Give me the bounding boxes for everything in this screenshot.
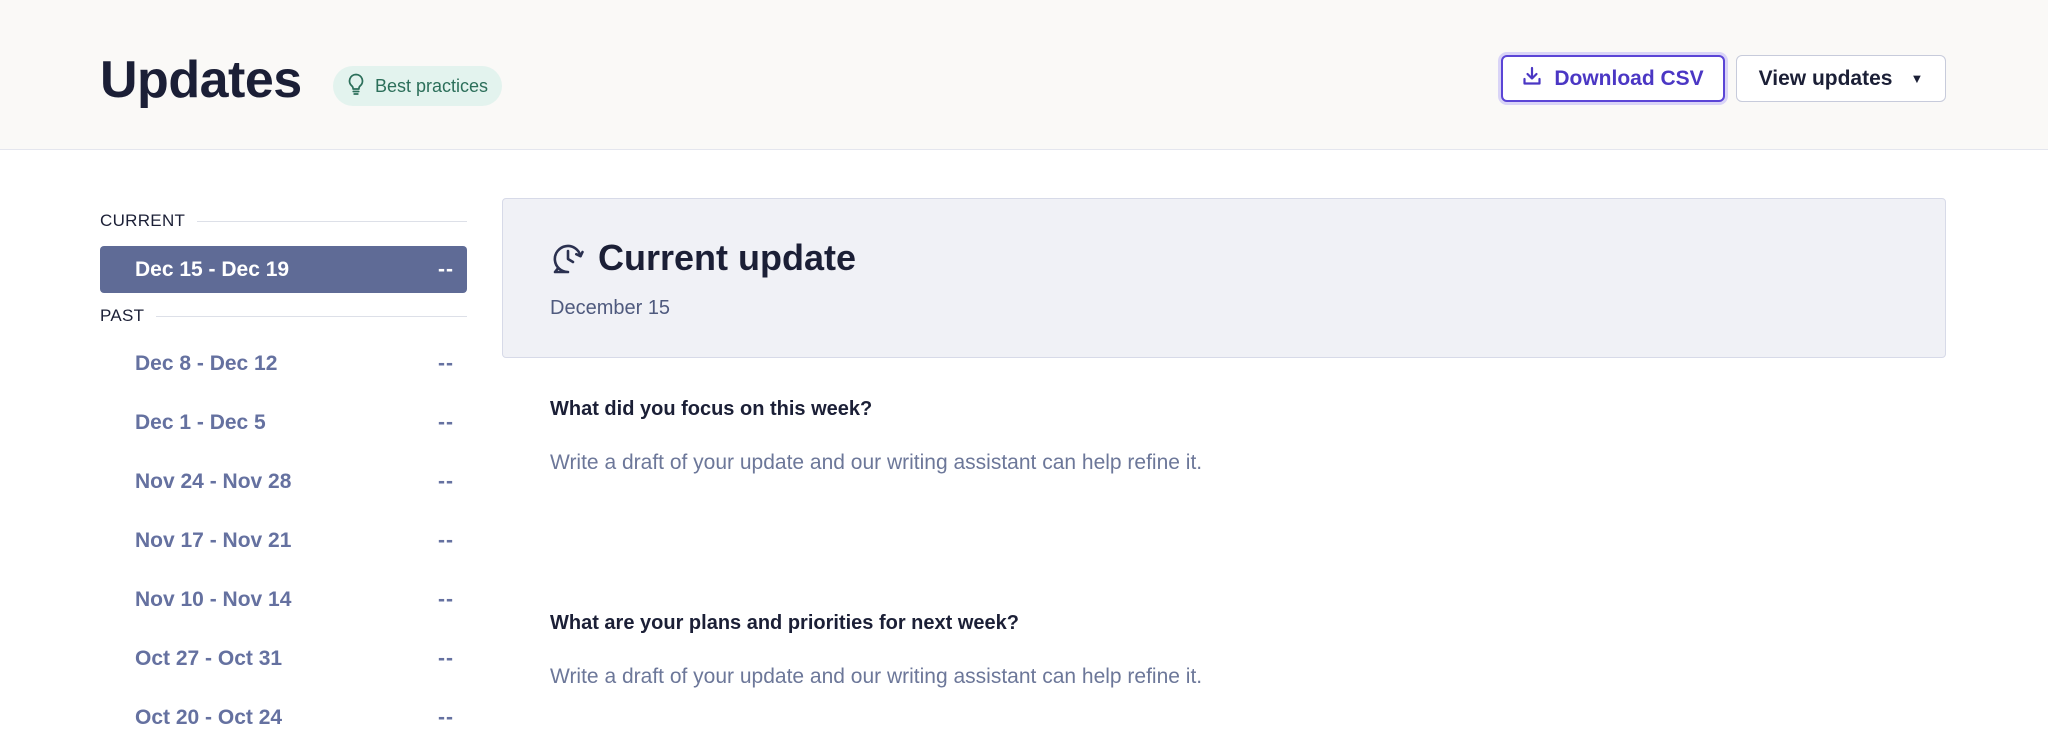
caret-down-icon: ▼ [1910,71,1924,86]
week-value: -- [438,469,454,493]
week-value: -- [438,587,454,611]
week-label: Nov 10 - Nov 14 [135,587,292,611]
week-label: Oct 20 - Oct 24 [135,705,283,729]
sidebar-week-item[interactable]: Nov 24 - Nov 28 -- [100,458,467,505]
week-value: -- [438,410,454,434]
current-section-label: CURRENT [100,210,467,232]
best-practices-badge[interactable]: Best practices [333,66,503,106]
history-chat-icon [550,241,586,277]
week-value: -- [438,257,454,281]
sidebar-week-item[interactable]: Dec 8 - Dec 12 -- [100,340,467,387]
week-label: Dec 1 - Dec 5 [135,410,266,434]
sidebar-week-item[interactable]: Oct 27 - Oct 31 -- [100,635,467,682]
download-icon [1522,66,1542,92]
sidebar-week-item[interactable]: Oct 20 - Oct 24 -- [100,694,467,741]
answer-input[interactable]: Write a draft of your update and our wri… [550,665,1202,689]
sidebar-week-item[interactable]: Dec 1 - Dec 5 -- [100,399,467,446]
view-updates-dropdown[interactable]: View updates ▼ [1736,55,1946,102]
week-label: Oct 27 - Oct 31 [135,646,283,670]
answer-input[interactable]: Write a draft of your update and our wri… [550,451,1202,475]
sidebar-week-item[interactable]: Nov 10 - Nov 14 -- [100,576,467,623]
lightbulb-icon [345,72,367,101]
week-value: -- [438,705,454,729]
current-label-text: CURRENT [100,211,186,230]
divider [156,315,467,317]
question-label: What are your plans and priorities for n… [550,612,1019,634]
sidebar-week-current[interactable]: Dec 15 - Dec 19 -- [100,246,467,293]
week-value: -- [438,528,454,552]
download-csv-label: Download CSV [1554,66,1704,90]
panel-title: Current update [598,237,857,278]
sidebar-week-item[interactable]: Nov 17 - Nov 21 -- [100,517,467,564]
past-label-text: PAST [100,306,145,325]
question-label: What did you focus on this week? [550,398,873,420]
panel-date: December 15 [550,297,671,319]
page-header: Updates Best practices Download CSV View… [0,0,2048,150]
divider [197,220,467,222]
week-label: Dec 8 - Dec 12 [135,351,278,375]
past-section-label: PAST [100,305,467,327]
week-value: -- [438,351,454,375]
week-label: Nov 17 - Nov 21 [135,528,292,552]
current-update-panel: Current update December 15 [502,198,1946,358]
best-practices-label: Best practices [375,75,489,96]
week-label: Nov 24 - Nov 28 [135,469,292,493]
view-updates-label: View updates [1758,66,1893,90]
page-title: Updates [100,51,302,109]
download-csv-button[interactable]: Download CSV [1501,55,1725,102]
week-label: Dec 15 - Dec 19 [135,257,290,281]
week-value: -- [438,646,454,670]
